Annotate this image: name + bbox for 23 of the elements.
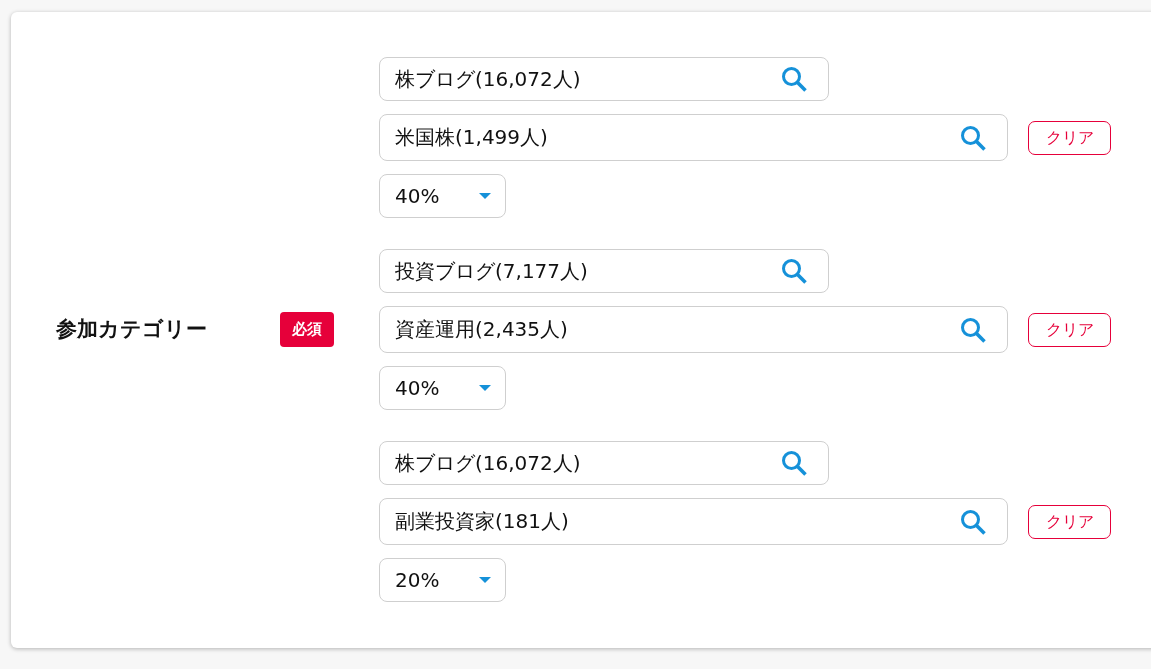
- clear-button[interactable]: クリア: [1028, 312, 1111, 347]
- search-icon[interactable]: [781, 66, 807, 92]
- parent-category-field[interactable]: 投資ブログ(7,177人): [379, 249, 829, 293]
- ratio-select[interactable]: 40%: [379, 174, 506, 218]
- parent-category-field[interactable]: 株ブログ(16,072人): [379, 441, 829, 485]
- search-icon[interactable]: [960, 316, 986, 343]
- caret-icon: [479, 385, 491, 391]
- child-category-field[interactable]: 副業投資家(181人): [379, 498, 1008, 545]
- clear-button[interactable]: クリア: [1028, 120, 1111, 155]
- search-icon[interactable]: [960, 508, 986, 535]
- child-category-field[interactable]: 米国株(1,499人): [379, 114, 1008, 161]
- ratio-select[interactable]: 40%: [379, 366, 506, 410]
- required-badge: 必須: [280, 312, 334, 347]
- parent-category-field[interactable]: 株ブログ(16,072人): [379, 57, 829, 101]
- child-category-field[interactable]: 資産運用(2,435人): [379, 306, 1008, 353]
- ratio-select[interactable]: 20%: [379, 558, 506, 602]
- caret-icon: [479, 577, 491, 583]
- search-icon[interactable]: [781, 450, 807, 476]
- search-icon[interactable]: [960, 124, 986, 151]
- field-label: 参加カテゴリー: [56, 316, 207, 341]
- caret-icon: [479, 193, 491, 199]
- clear-button[interactable]: クリア: [1028, 504, 1111, 539]
- search-icon[interactable]: [781, 258, 807, 284]
